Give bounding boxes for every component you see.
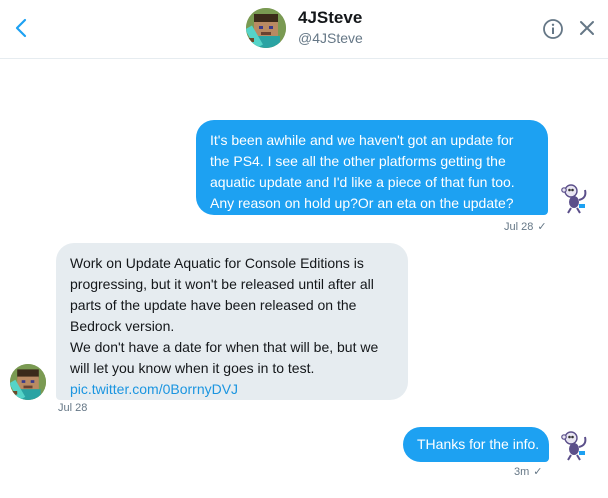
- message-text: will let you know when it goes in to tes…: [70, 360, 315, 376]
- message-text: We don't have a date for when that will …: [70, 339, 379, 355]
- conversation-name[interactable]: 4JSteve: [298, 8, 362, 28]
- message-link[interactable]: pic.twitter.com/0BorrnyDVJ: [70, 379, 394, 400]
- chevron-left-icon: [15, 18, 27, 38]
- message-text: Work on Update Aquatic for Console Editi…: [70, 255, 364, 271]
- read-check-icon: ✓: [537, 221, 547, 233]
- message-bubble-incoming: Work on Update Aquatic for Console Editi…: [56, 243, 408, 400]
- avatar[interactable]: [557, 180, 593, 216]
- message-bubble-outgoing: It's been awhile and we haven't got an u…: [196, 120, 548, 215]
- close-button[interactable]: [577, 18, 597, 38]
- message-text: aquatic update and I'd like a piece of t…: [210, 174, 515, 190]
- message-text: THanks for the info.: [417, 436, 540, 452]
- read-check-icon: ✓: [533, 466, 543, 478]
- info-button[interactable]: [542, 18, 564, 40]
- message-text: Bedrock version.: [70, 318, 175, 334]
- info-icon: [543, 19, 563, 39]
- message-meta: Jul 28: [58, 402, 87, 414]
- message-meta: Jul 28 ✓: [504, 220, 547, 233]
- message-time: Jul 28: [58, 402, 88, 414]
- message-text: progressing, but it won't be released un…: [70, 276, 374, 292]
- message-text: It's been awhile and we haven't got an u…: [210, 132, 514, 148]
- back-button[interactable]: [10, 14, 32, 42]
- conversation-header: 4JSteve @4JSteve: [0, 0, 608, 59]
- avatar[interactable]: [10, 364, 46, 400]
- message-text: parts of the update have been released o…: [70, 297, 357, 313]
- conversation-handle: @4JSteve: [298, 30, 363, 46]
- message-meta: 3m ✓: [514, 465, 543, 478]
- message-text: the PS4. I see all the other platforms g…: [210, 153, 506, 169]
- avatar[interactable]: [557, 427, 593, 463]
- message-text: Any reason on hold up?Or an eta on the u…: [210, 195, 514, 211]
- message-time: Jul 28: [504, 221, 534, 233]
- avatar[interactable]: [246, 8, 286, 48]
- message-bubble-outgoing: THanks for the info.: [403, 427, 549, 462]
- close-icon: [580, 21, 594, 35]
- message-time: 3m: [514, 466, 530, 478]
